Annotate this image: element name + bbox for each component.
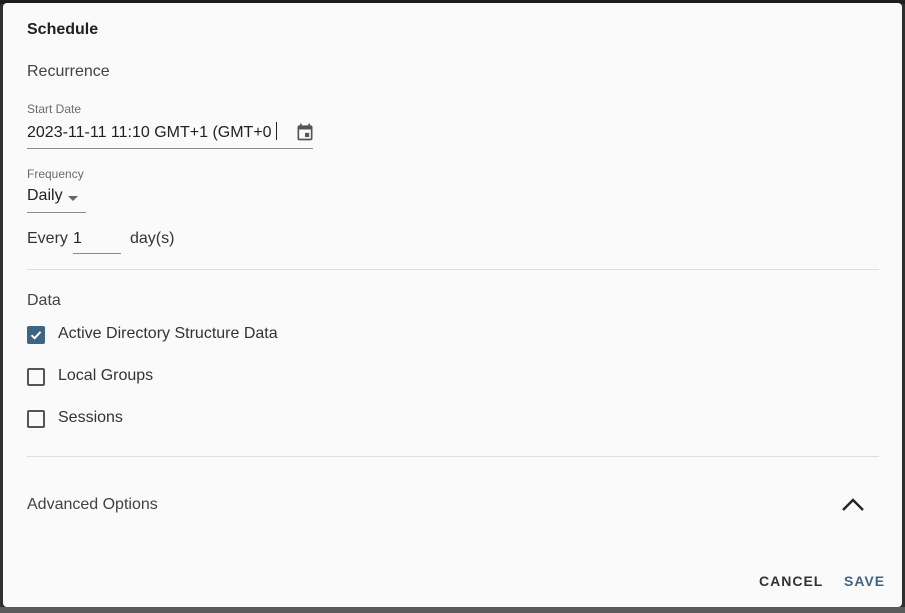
backdrop-bottom-strip [0, 607, 905, 613]
save-button[interactable]: SAVE [844, 573, 885, 589]
calendar-icon[interactable] [295, 122, 315, 142]
local-groups-label: Local Groups [58, 367, 154, 384]
frequency-label: Frequency [27, 167, 84, 181]
recurrence-heading: Recurrence [27, 63, 110, 80]
checkbox-row-active-directory[interactable]: Active Directory Structure Data [27, 323, 297, 347]
sessions-label: Sessions [58, 409, 123, 426]
chevron-up-icon[interactable] [839, 493, 867, 517]
text-caret [276, 122, 277, 140]
active-directory-label: Active Directory Structure Data [58, 325, 278, 342]
dialog-title: Schedule [27, 21, 99, 38]
data-heading: Data [27, 292, 61, 309]
every-prefix: Every [27, 230, 68, 247]
section-divider [27, 269, 879, 270]
every-interval-input[interactable]: 1 [73, 227, 121, 254]
start-date-field[interactable]: 2023-11-11 11:10 GMT+1 (GMT+0 [27, 119, 313, 149]
advanced-options-toggle[interactable]: Advanced Options [27, 483, 879, 527]
active-directory-checkbox[interactable] [27, 326, 45, 344]
dropdown-arrow-icon [68, 196, 78, 201]
schedule-dialog: Schedule Recurrence Start Date 2023-11-1… [3, 3, 902, 607]
start-date-value: 2023-11-11 11:10 GMT+1 (GMT+0 [27, 124, 272, 141]
every-unit: day(s) [130, 230, 175, 247]
local-groups-checkbox[interactable] [27, 368, 45, 386]
checkbox-row-sessions[interactable]: Sessions [27, 407, 137, 431]
frequency-value: Daily [27, 187, 63, 204]
every-interval-value: 1 [73, 230, 82, 247]
frequency-select[interactable]: Daily [27, 185, 86, 213]
advanced-options-label: Advanced Options [27, 496, 158, 513]
sessions-checkbox[interactable] [27, 410, 45, 428]
checkbox-row-local-groups[interactable]: Local Groups [27, 365, 167, 389]
section-divider [27, 456, 879, 457]
cancel-button[interactable]: CANCEL [759, 573, 823, 589]
start-date-label: Start Date [27, 102, 82, 116]
